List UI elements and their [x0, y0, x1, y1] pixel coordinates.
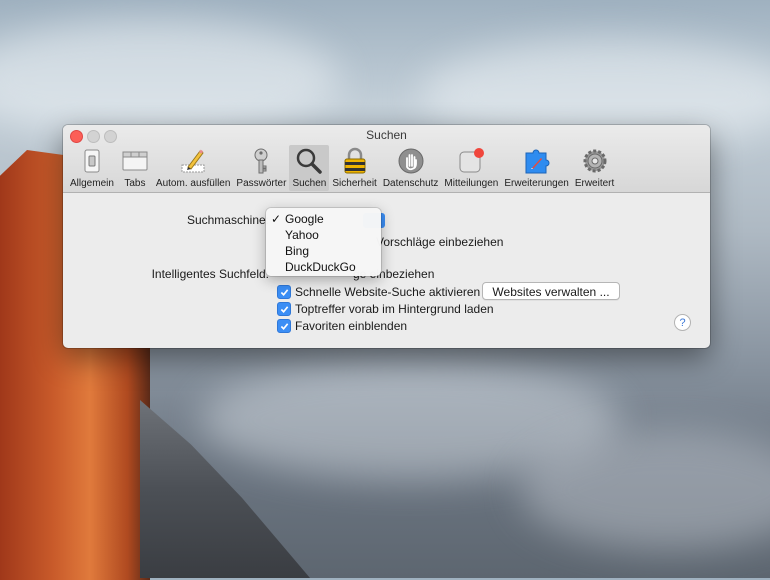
- menu-item-duckduckgo[interactable]: DuckDuckGo: [266, 259, 381, 275]
- preload-row[interactable]: Toptreffer vorab im Hintergrund laden: [277, 301, 494, 317]
- favorites-row[interactable]: Favoriten einblenden: [277, 318, 407, 334]
- tab-label: Erweiterungen: [504, 178, 569, 189]
- tab-privacy[interactable]: Datenschutz: [380, 145, 442, 191]
- manage-websites-button[interactable]: Websites verwalten ...: [482, 282, 620, 300]
- tab-passwords[interactable]: Passwörter: [233, 145, 289, 191]
- suggestions-label: Vorschläge einbeziehen: [376, 235, 504, 249]
- quick-search-label: Schnelle Website-Suche aktivieren: [295, 285, 481, 299]
- checkmark-icon: [280, 322, 288, 330]
- preload-checkbox[interactable]: [277, 302, 291, 316]
- notification-icon: [456, 146, 486, 176]
- favorites-label: Favoriten einblenden: [295, 319, 408, 333]
- search-engine-menu: ✓ Google Yahoo Bing DuckDuckGo: [266, 208, 381, 276]
- tab-label: Sicherheit: [332, 178, 377, 189]
- quick-search-checkbox[interactable]: [277, 285, 291, 299]
- puzzle-icon: [522, 146, 552, 176]
- tab-label: Mitteilungen: [444, 178, 499, 189]
- menu-item-label: Yahoo: [285, 228, 319, 242]
- tab-search[interactable]: Suchen: [289, 145, 330, 191]
- tab-label: Datenschutz: [382, 178, 439, 189]
- menu-item-label: Bing: [285, 244, 310, 258]
- gear-icon: [580, 146, 610, 176]
- tab-label: Passwörter: [236, 178, 287, 189]
- title-bar: Suchen Allgemein Tabs Autom. ausfüllen P…: [63, 125, 710, 193]
- tab-extensions[interactable]: Erweiterungen: [501, 145, 571, 191]
- tab-label: Erweitert: [574, 178, 615, 189]
- switch-icon: [77, 146, 107, 176]
- preload-label: Toptreffer vorab im Hintergrund laden: [295, 302, 494, 316]
- tab-label: Tabs: [124, 178, 146, 189]
- tabs-icon: [120, 146, 150, 176]
- tab-security[interactable]: Sicherheit: [329, 145, 379, 191]
- smart-search-label: Intelligentes Suchfeld:: [151, 267, 269, 281]
- quick-search-row[interactable]: Schnelle Website-Suche aktivieren: [277, 284, 480, 300]
- tab-label: Allgemein: [70, 178, 114, 189]
- search-settings-pane: Suchmaschine: Vorschläge einbeziehen Int…: [63, 193, 710, 348]
- hand-icon: [396, 146, 426, 176]
- tab-tabs[interactable]: Tabs: [117, 145, 153, 191]
- search-engine-label: Suchmaschine:: [186, 213, 269, 227]
- preferences-window: Suchen Allgemein Tabs Autom. ausfüllen P…: [63, 125, 710, 348]
- tab-notifications[interactable]: Mitteilungen: [441, 145, 501, 191]
- menu-item-label: DuckDuckGo: [285, 260, 356, 274]
- preferences-toolbar: Allgemein Tabs Autom. ausfüllen Passwört…: [67, 145, 617, 191]
- lock-icon: [340, 146, 370, 176]
- tab-label: Suchen: [292, 178, 327, 189]
- checkmark-icon: [280, 305, 288, 313]
- tab-label: Autom. ausfüllen: [155, 178, 231, 189]
- checkmark: ✓: [271, 212, 282, 226]
- menu-item-google[interactable]: ✓ Google: [266, 211, 381, 227]
- window-title: Suchen: [366, 128, 407, 142]
- checkmark-icon: [280, 288, 288, 296]
- suggestions-row[interactable]: Vorschläge einbeziehen: [376, 234, 503, 250]
- menu-item-label: Google: [285, 212, 324, 226]
- magnifier-icon: [294, 146, 324, 176]
- help-button[interactable]: ?: [674, 314, 691, 331]
- key-icon: [246, 146, 276, 176]
- pencil-icon: [178, 146, 208, 176]
- menu-item-bing[interactable]: Bing: [266, 243, 381, 259]
- tab-autofill[interactable]: Autom. ausfüllen: [153, 145, 234, 191]
- tab-allgemein[interactable]: Allgemein: [67, 145, 117, 191]
- favorites-checkbox[interactable]: [277, 319, 291, 333]
- menu-item-yahoo[interactable]: Yahoo: [266, 227, 381, 243]
- tab-advanced[interactable]: Erweitert: [572, 145, 617, 191]
